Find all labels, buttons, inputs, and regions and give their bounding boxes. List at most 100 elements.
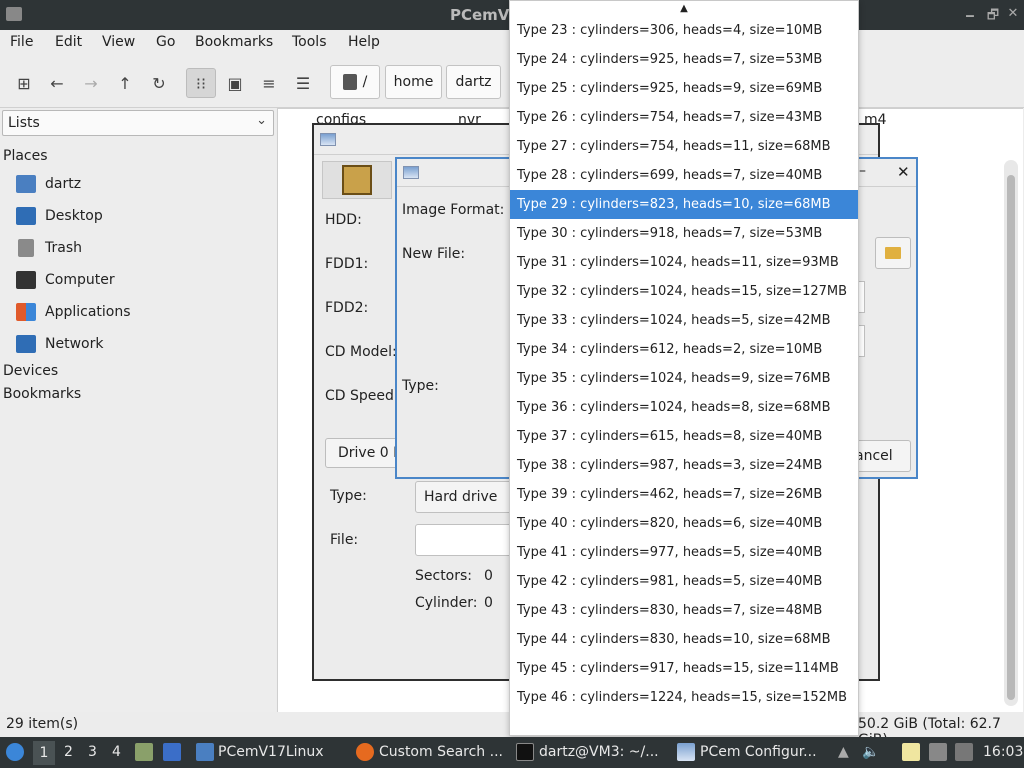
sidebar-mode-select[interactable]: Lists ⌄ bbox=[2, 110, 274, 136]
hdd-type-option[interactable]: Type 37 : cylinders=615, heads=8, size=4… bbox=[510, 422, 858, 451]
start-menu-icon[interactable] bbox=[6, 743, 24, 761]
hdd-type-option[interactable]: Type 45 : cylinders=917, heads=15, size=… bbox=[510, 654, 858, 683]
motherboard-tab[interactable] bbox=[322, 161, 392, 199]
hdd-type-option[interactable]: Type 31 : cylinders=1024, heads=11, size… bbox=[510, 248, 858, 277]
hdd-type-option[interactable]: Type 28 : cylinders=699, heads=7, size=4… bbox=[510, 161, 858, 190]
hdd-type-option[interactable]: Type 24 : cylinders=925, heads=7, size=5… bbox=[510, 45, 858, 74]
hdd-type-option[interactable]: Type 46 : cylinders=1224, heads=15, size… bbox=[510, 683, 858, 712]
sidebar-item-trash[interactable]: Trash bbox=[16, 234, 271, 262]
forward-icon[interactable]: → bbox=[76, 68, 106, 98]
new-tab-icon[interactable]: ⊞ bbox=[9, 68, 39, 98]
hdd-type-option[interactable]: Type 34 : cylinders=612, heads=2, size=1… bbox=[510, 335, 858, 364]
hdd-type-option[interactable]: Type 43 : cylinders=830, heads=7, size=4… bbox=[510, 596, 858, 625]
dialog-close-icon[interactable]: ✕ bbox=[897, 163, 910, 181]
hdd-type-option[interactable]: Type 32 : cylinders=1024, heads=15, size… bbox=[510, 277, 858, 306]
task-file-manager[interactable]: PCemV17Linux bbox=[218, 744, 324, 760]
hdd-type-option[interactable]: Type 23 : cylinders=306, heads=4, size=1… bbox=[510, 16, 858, 45]
hdd-type-option[interactable]: Type 42 : cylinders=981, heads=5, size=4… bbox=[510, 567, 858, 596]
compact-view-icon[interactable]: ≡ bbox=[254, 68, 284, 98]
hdd-type-option[interactable]: Type 29 : cylinders=823, heads=10, size=… bbox=[510, 190, 858, 219]
sectors-label: Sectors: bbox=[415, 568, 473, 584]
folder-open-icon bbox=[885, 247, 901, 259]
drive-icon bbox=[342, 74, 357, 90]
file-view-scrollbar-thumb[interactable] bbox=[1007, 175, 1015, 700]
drive-type-select[interactable]: Hard drive bbox=[415, 481, 515, 513]
trash-icon bbox=[18, 239, 34, 257]
hdd-type-option[interactable]: Type 41 : cylinders=977, heads=5, size=4… bbox=[510, 538, 858, 567]
menu-view[interactable]: View bbox=[102, 34, 135, 50]
disk-type-label: Type: bbox=[402, 378, 439, 394]
workspace-2[interactable]: 2 bbox=[64, 744, 73, 760]
reload-icon[interactable]: ↻ bbox=[144, 68, 174, 98]
folder-app-icon bbox=[6, 7, 22, 21]
applications-icon bbox=[16, 303, 36, 321]
workspace-1[interactable]: 1 bbox=[33, 741, 55, 765]
menu-bookmarks[interactable]: Bookmarks bbox=[195, 34, 273, 50]
clock[interactable]: 16:03 bbox=[983, 744, 1023, 760]
hdd-type-option[interactable]: Type 44 : cylinders=830, heads=10, size=… bbox=[510, 625, 858, 654]
hdd-type-dropdown[interactable]: ▲ Type 23 : cylinders=306, heads=4, size… bbox=[509, 0, 859, 736]
browse-folder-button[interactable] bbox=[875, 237, 911, 269]
volume-icon[interactable]: 🔈 bbox=[862, 744, 879, 760]
field-edge[interactable] bbox=[859, 281, 865, 313]
task-terminal[interactable]: dartz@VM3: ~/... bbox=[539, 744, 659, 760]
new-file-label: New File: bbox=[402, 246, 466, 262]
hdd-type-option[interactable]: Type 26 : cylinders=754, heads=7, size=4… bbox=[510, 103, 858, 132]
maximize-icon[interactable]: 🗗 bbox=[985, 6, 1001, 28]
cancel-button-label: ancel bbox=[855, 448, 893, 464]
workspace-3[interactable]: 3 bbox=[88, 744, 97, 760]
breadcrumb-home[interactable]: home bbox=[385, 65, 442, 99]
menu-tools[interactable]: Tools bbox=[292, 34, 327, 50]
hdd-type-option[interactable]: Type 25 : cylinders=925, heads=9, size=6… bbox=[510, 74, 858, 103]
devices-heading[interactable]: Devices bbox=[3, 363, 58, 379]
sidebar-item-computer[interactable]: Computer bbox=[16, 266, 271, 294]
menu-edit[interactable]: Edit bbox=[55, 34, 82, 50]
hdd-type-option[interactable]: Type 40 : cylinders=820, heads=6, size=4… bbox=[510, 509, 858, 538]
show-desktop-icon[interactable] bbox=[163, 743, 181, 761]
clipboard-icon[interactable] bbox=[902, 743, 920, 761]
menu-file[interactable]: File bbox=[10, 34, 33, 50]
hdd-type-option[interactable]: Type 27 : cylinders=754, heads=11, size=… bbox=[510, 132, 858, 161]
hdd-type-list: Type 23 : cylinders=306, heads=4, size=1… bbox=[510, 16, 858, 712]
cancel-button[interactable]: ancel bbox=[855, 440, 911, 472]
hdd-type-option[interactable]: Type 39 : cylinders=462, heads=7, size=2… bbox=[510, 480, 858, 509]
hdd-type-option[interactable]: Type 33 : cylinders=1024, heads=5, size=… bbox=[510, 306, 858, 335]
network-tray-icon[interactable] bbox=[955, 743, 973, 761]
icon-view-icon[interactable]: ⁝⁝ bbox=[186, 68, 216, 98]
image-format-label: Image Format: bbox=[402, 202, 505, 218]
bookmarks-heading[interactable]: Bookmarks bbox=[3, 386, 81, 402]
sidebar-item-network[interactable]: Network bbox=[16, 330, 271, 358]
sidebar-mode-label: Lists bbox=[8, 115, 40, 131]
thumbnail-view-icon[interactable]: ▣ bbox=[220, 68, 250, 98]
breadcrumb-dartz[interactable]: dartz bbox=[446, 65, 501, 99]
workspace-4[interactable]: 4 bbox=[112, 744, 121, 760]
back-icon[interactable]: ← bbox=[42, 68, 72, 98]
close-icon[interactable]: ✕ bbox=[1005, 6, 1021, 21]
menu-go[interactable]: Go bbox=[156, 34, 175, 50]
tray-arrow-icon[interactable]: ▲ bbox=[838, 744, 849, 760]
menu-help[interactable]: Help bbox=[348, 34, 380, 50]
detailed-list-view-icon[interactable]: ☰ bbox=[288, 68, 318, 98]
up-icon[interactable]: ↑ bbox=[110, 68, 140, 98]
breadcrumb-root[interactable]: / bbox=[330, 65, 380, 99]
hdd-type-option[interactable]: Type 36 : cylinders=1024, heads=8, size=… bbox=[510, 393, 858, 422]
sidebar-item-applications[interactable]: Applications bbox=[16, 298, 271, 326]
hdd-type-option[interactable]: Type 30 : cylinders=918, heads=7, size=5… bbox=[510, 219, 858, 248]
display-icon[interactable] bbox=[929, 743, 947, 761]
task-pcem-config[interactable]: PCem Configur... bbox=[700, 744, 817, 760]
hdd-type-option[interactable]: Type 38 : cylinders=987, heads=3, size=2… bbox=[510, 451, 858, 480]
dialog-minimize-icon[interactable]: – bbox=[859, 163, 866, 179]
drive-file-input[interactable] bbox=[415, 524, 515, 556]
hdd-type-option[interactable]: Type 35 : cylinders=1024, heads=9, size=… bbox=[510, 364, 858, 393]
sidebar-item-desktop[interactable]: Desktop bbox=[16, 202, 271, 230]
sidebar-item-label: Trash bbox=[45, 240, 82, 256]
computer-icon bbox=[16, 271, 36, 289]
minimize-icon[interactable]: 🗕 bbox=[962, 6, 978, 28]
file-manager-launcher-icon[interactable] bbox=[135, 743, 153, 761]
places-heading[interactable]: Places bbox=[3, 148, 48, 164]
sidebar-item-label: Computer bbox=[45, 272, 115, 288]
field-edge[interactable] bbox=[859, 325, 865, 357]
folder-icon bbox=[196, 743, 214, 761]
sidebar-item-dartz[interactable]: dartz bbox=[16, 170, 271, 198]
task-firefox[interactable]: Custom Search ... bbox=[379, 744, 503, 760]
